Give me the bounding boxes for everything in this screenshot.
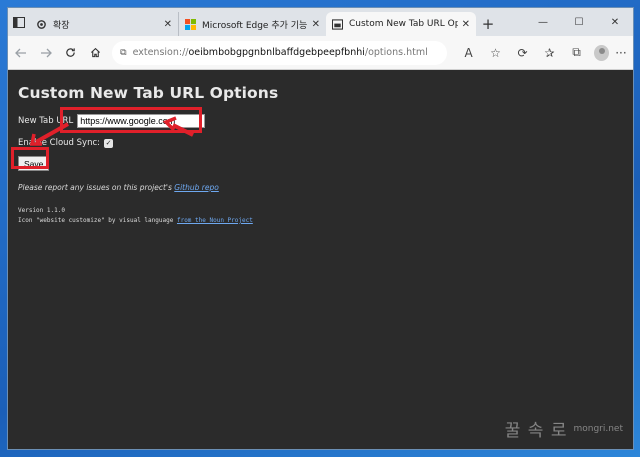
tab-options-active[interactable]: Custom New Tab URL Options ✕ [326, 12, 476, 36]
tab-strip: 확장 ✕ Microsoft Edge 추가 기능 - custom ✕ Cus… [8, 8, 633, 36]
microsoft-logo-icon [185, 18, 196, 30]
minimize-button[interactable]: — [525, 8, 561, 36]
tab-actions-icon [13, 16, 25, 28]
options-page: Custom New Tab URL Options New Tab URL E… [8, 70, 633, 449]
close-tab-icon[interactable]: ✕ [312, 19, 320, 30]
report-note: Please report any issues on this project… [18, 183, 623, 192]
maximize-button[interactable]: ☐ [561, 8, 597, 36]
url-host: oeibmbobgpgnbnlbaffdgebpeepfbnhi [188, 47, 365, 58]
icon-credit: Icon "website customize" by visual langu… [18, 216, 623, 226]
window-controls: — ☐ ✕ [525, 8, 633, 36]
annotation-box-save [11, 147, 49, 169]
watermark-text: 꿀 속 로 [504, 421, 568, 441]
browser-window: 확장 ✕ Microsoft Edge 추가 기능 - custom ✕ Cus… [7, 7, 634, 450]
url-path: /options.html [364, 47, 428, 58]
tab-title: Microsoft Edge 추가 기능 - custom [202, 20, 308, 31]
refresh-button[interactable] [58, 38, 83, 68]
gear-icon [37, 19, 46, 29]
tab-edge-addons[interactable]: Microsoft Edge 추가 기능 - custom ✕ [178, 12, 326, 36]
arrow-left-icon [14, 48, 26, 57]
report-note-text: Please report any issues on this project… [18, 183, 172, 192]
noun-project-link[interactable]: from the Noun Project [177, 217, 253, 224]
arrow-right-icon [40, 48, 52, 57]
version-text: Version 1.1.0 [18, 207, 65, 214]
browser-toolbar: ⧉ extension://oeibmbobgpgnbnlbaffdgebpee… [8, 36, 633, 70]
window-icon [332, 18, 343, 30]
forward-button[interactable] [33, 38, 58, 68]
annotation-arrow-icon [29, 116, 194, 146]
extension-puzzle-icon: ⧉ [120, 47, 127, 58]
new-tab-button[interactable]: + [476, 12, 500, 36]
refresh-icon [66, 48, 75, 57]
extensions-icon[interactable]: ⟳ [509, 45, 536, 60]
page-title: Custom New Tab URL Options [18, 84, 279, 102]
watermark-url: mongri.net [573, 423, 623, 434]
home-icon [91, 47, 101, 58]
add-favorite-icon[interactable]: ☆ [482, 45, 509, 60]
tab-title: 확장 [53, 20, 70, 31]
close-tab-icon[interactable]: ✕ [462, 19, 470, 30]
read-aloud-icon[interactable]: A [455, 45, 482, 60]
tab-extensions[interactable]: 확장 ✕ [30, 12, 178, 36]
address-bar[interactable]: ⧉ extension://oeibmbobgpgnbnlbaffdgebpee… [112, 40, 448, 65]
close-tab-icon[interactable]: ✕ [164, 19, 172, 30]
profile-avatar[interactable] [594, 44, 609, 61]
more-menu-icon[interactable]: ··· [609, 46, 633, 60]
icon-credit-text: Icon "website customize" by visual langu… [18, 216, 174, 224]
watermark: 꿀 속 로 mongri.net [505, 416, 623, 441]
collections-icon[interactable]: ⧉ [563, 45, 590, 60]
back-button[interactable] [8, 38, 33, 68]
home-button[interactable] [83, 38, 108, 68]
close-window-button[interactable]: ✕ [597, 8, 633, 36]
toolbar-icons: A ☆ ⟳ ✰ ⧉ [455, 45, 590, 60]
tab-actions-button[interactable] [8, 8, 30, 36]
favorites-icon[interactable]: ✰ [536, 45, 563, 60]
github-repo-link[interactable]: Github repo [174, 183, 219, 192]
tab-title: Custom New Tab URL Options [349, 19, 458, 29]
url-scheme: extension:// [132, 47, 189, 58]
